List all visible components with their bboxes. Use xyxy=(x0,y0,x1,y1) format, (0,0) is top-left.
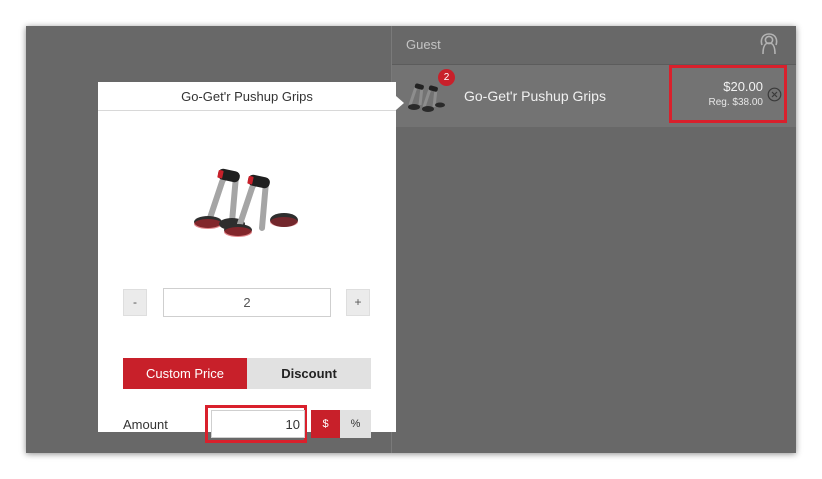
quantity-decrement-button[interactable]: - xyxy=(123,289,147,316)
cart-item-regular-price: Reg. $38.00 xyxy=(708,97,764,108)
popup-title: Go-Get'r Pushup Grips xyxy=(98,82,396,111)
pos-window: Guest 2 Go-Get'r Pushup Grips $20.00 Reg… xyxy=(26,26,796,453)
popup-pointer xyxy=(396,96,404,110)
quantity-input[interactable] xyxy=(163,288,331,317)
guest-label: Guest xyxy=(406,37,441,52)
tab-custom-price[interactable]: Custom Price xyxy=(123,358,247,389)
quantity-increment-button[interactable]: + xyxy=(346,289,370,316)
remove-circle-icon[interactable] xyxy=(767,87,782,102)
unit-dollar-button[interactable]: $ xyxy=(311,410,340,438)
user-icon[interactable] xyxy=(758,32,780,56)
amount-label: Amount xyxy=(123,417,168,432)
product-image xyxy=(194,168,298,237)
tab-discount[interactable]: Discount xyxy=(247,358,371,389)
cart-header: Guest xyxy=(392,26,796,65)
cart-item-price: $20.00 xyxy=(723,79,763,94)
cart-item-name: Go-Get'r Pushup Grips xyxy=(464,88,606,104)
quantity-badge: 2 xyxy=(438,69,455,86)
unit-percent-button[interactable]: % xyxy=(340,410,371,438)
amount-input[interactable] xyxy=(211,410,305,438)
item-edit-popup: Go-Get'r Pushup Grips - + xyxy=(98,82,404,443)
cart-item-row[interactable]: 2 Go-Get'r Pushup Grips $20.00 Reg. $38.… xyxy=(392,65,796,127)
